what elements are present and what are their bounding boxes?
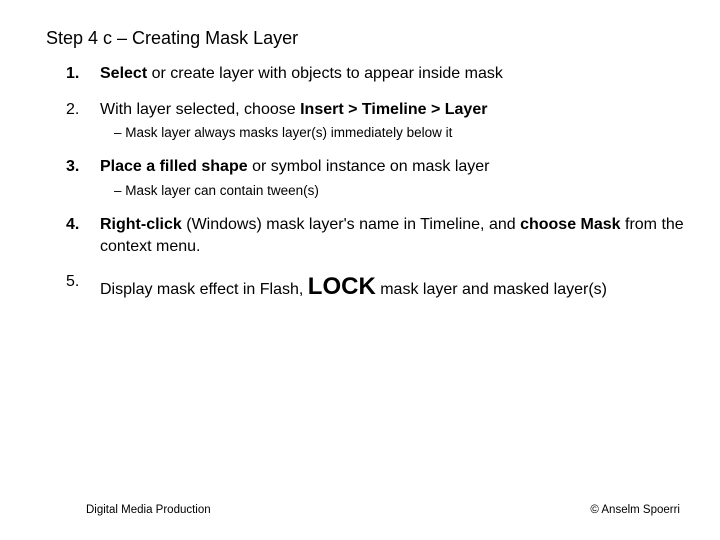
step-text: Place a filled shape or symbol instance … — [100, 156, 690, 178]
text-run: or symbol instance on mask layer — [248, 158, 490, 175]
text-run: LOCK — [308, 273, 376, 300]
slide-page: Step 4 c – Creating Mask Layer Select or… — [0, 0, 720, 540]
step-item: With layer selected, choose Insert > Tim… — [94, 99, 690, 143]
steps-list: Select or create layer with objects to a… — [46, 63, 690, 304]
step-item: Display mask effect in Flash, LOCK mask … — [94, 271, 690, 303]
text-run: mask layer and masked layer(s) — [376, 281, 607, 298]
text-run: Select — [100, 65, 147, 82]
step-item: Select or create layer with objects to a… — [94, 63, 690, 85]
text-run: or create layer with objects to appear i… — [147, 65, 503, 82]
step-text: Select or create layer with objects to a… — [100, 63, 690, 85]
step-item: Place a filled shape or symbol instance … — [94, 156, 690, 200]
step-item: Right-click (Windows) mask layer's name … — [94, 214, 690, 257]
text-run: With layer selected, choose — [100, 101, 300, 118]
step-sub: – Mask layer always masks layer(s) immed… — [114, 124, 690, 142]
step-text: With layer selected, choose Insert > Tim… — [100, 99, 690, 121]
text-run: choose Mask — [520, 216, 620, 233]
step-sub: – Mask layer can contain tween(s) — [114, 182, 690, 200]
text-run: Display mask effect in Flash, — [100, 281, 308, 298]
footer-right: © Anselm Spoerri — [590, 504, 680, 516]
text-run: (Windows) mask layer's name in Timeline,… — [182, 216, 520, 233]
step-text: Right-click (Windows) mask layer's name … — [100, 214, 690, 257]
step-text: Display mask effect in Flash, LOCK mask … — [100, 271, 690, 303]
footer: Digital Media Production © Anselm Spoerr… — [0, 504, 720, 516]
text-run: Right-click — [100, 216, 182, 233]
footer-left: Digital Media Production — [86, 504, 211, 516]
text-run: Insert > Timeline > Layer — [300, 101, 487, 118]
slide-title: Step 4 c – Creating Mask Layer — [46, 28, 690, 49]
text-run: Place a filled shape — [100, 158, 248, 175]
